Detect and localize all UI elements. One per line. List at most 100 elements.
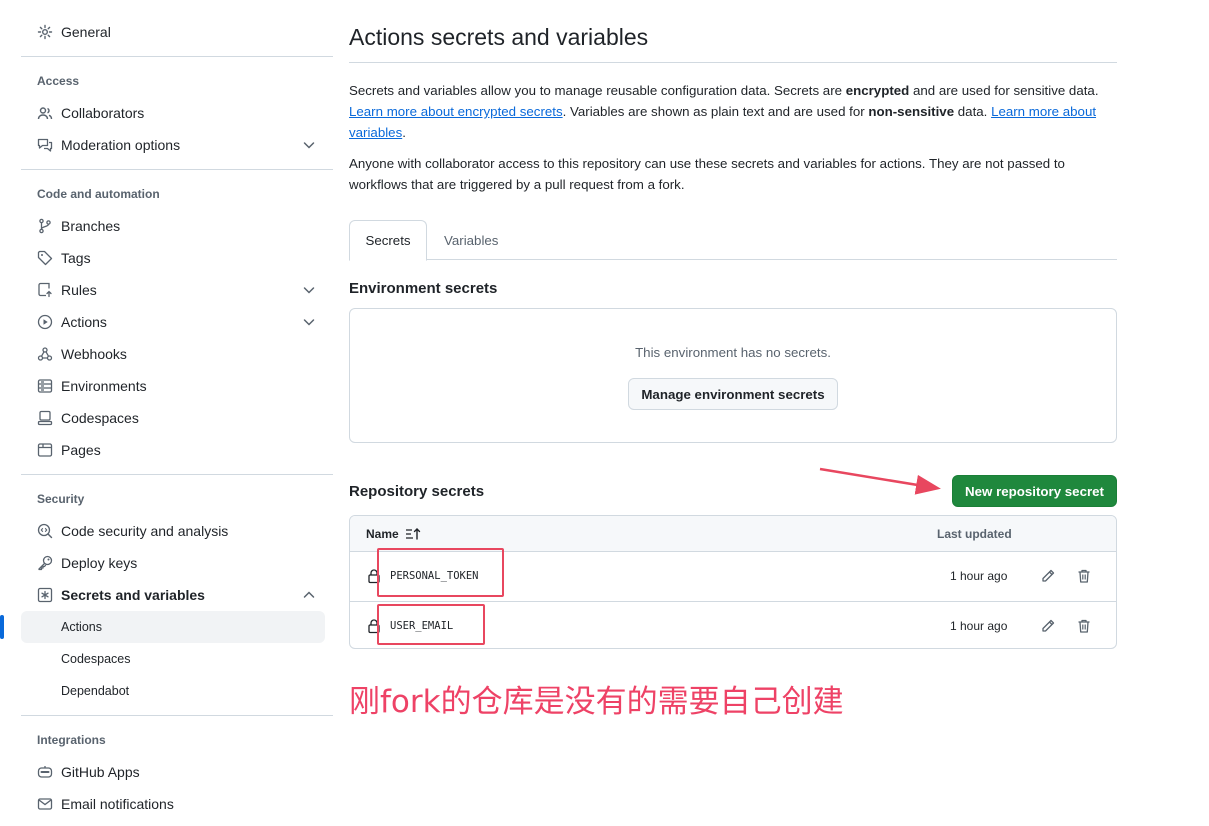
intro-text: and are used for sensitive data. <box>909 83 1099 98</box>
tab-variables[interactable]: Variables <box>444 220 498 260</box>
sidebar-item-label: Tags <box>61 250 91 266</box>
button-label: Manage environment secrets <box>641 386 825 402</box>
sidebar-item-code-security[interactable]: Code security and analysis <box>21 515 333 547</box>
divider <box>21 56 333 57</box>
tab-secrets[interactable]: Secrets <box>349 220 427 261</box>
intro-bold: non-sensitive <box>868 104 955 119</box>
sidebar-item-label: Code security and analysis <box>61 523 229 539</box>
divider <box>349 62 1117 63</box>
divider <box>21 474 333 475</box>
sidebar-item-label: Actions <box>61 314 107 330</box>
settings-sidebar: General Access Collaborators Moderation … <box>0 16 333 820</box>
play-icon <box>37 314 53 330</box>
column-header-name[interactable]: Name <box>366 527 399 541</box>
sidebar-item-codespaces[interactable]: Codespaces <box>21 402 333 434</box>
sidebar-item-tags[interactable]: Tags <box>21 242 333 274</box>
repository-secrets-heading: Repository secrets <box>349 483 485 500</box>
sidebar-item-label: General <box>61 24 111 40</box>
learn-more-encrypted-secrets-link[interactable]: Learn more about encrypted secrets <box>349 104 563 119</box>
sidebar-item-label: Pages <box>61 442 101 458</box>
group-label-access: Access <box>37 74 80 88</box>
sidebar-item-label: Moderation options <box>61 137 181 153</box>
comment-discussion-icon <box>37 137 53 153</box>
intro-text: . Variables are shown as plain text and … <box>562 104 869 119</box>
sidebar-item-label: Actions <box>61 620 102 634</box>
tab-label: Secrets <box>365 233 411 248</box>
group-label-code-automation: Code and automation <box>37 187 160 201</box>
sidebar-item-label: Email notifications <box>61 796 174 812</box>
column-header-last-updated: Last updated <box>937 527 1012 541</box>
tab-bar: Secrets Variables <box>349 220 1117 261</box>
sidebar-item-label: Secrets and variables <box>61 587 205 603</box>
intro-text: Secrets and variables allow you to manag… <box>349 83 846 98</box>
intro-bold: encrypted <box>845 83 910 98</box>
table-header: Name Last updated <box>350 516 1116 552</box>
sidebar-subitem-dependabot[interactable]: Dependabot <box>21 675 325 707</box>
chevron-down-icon[interactable] <box>301 137 317 153</box>
sidebar-item-actions[interactable]: Actions <box>21 306 333 338</box>
trash-icon[interactable] <box>1076 568 1092 584</box>
sidebar-item-pages[interactable]: Pages <box>21 434 333 466</box>
codescan-icon <box>37 523 53 539</box>
collaborator-note: Anyone with collaborator access to this … <box>349 156 1065 192</box>
group-label-integrations: Integrations <box>37 733 106 747</box>
sidebar-item-rules[interactable]: Rules <box>21 274 333 306</box>
sidebar-item-webhooks[interactable]: Webhooks <box>21 338 333 370</box>
hubot-icon <box>37 764 53 780</box>
divider <box>21 715 333 716</box>
sidebar-item-general[interactable]: General <box>21 16 333 48</box>
tag-icon <box>37 250 53 266</box>
annotation-note: 刚fork的仓库是没有的需要自己创建 <box>349 684 844 720</box>
sidebar-item-label: Dependabot <box>61 684 130 698</box>
manage-environment-secrets-button[interactable]: Manage environment secrets <box>628 378 838 410</box>
sidebar-item-environments[interactable]: Environments <box>21 370 333 402</box>
divider <box>21 169 333 170</box>
sidebar-item-label: Webhooks <box>61 346 127 362</box>
sidebar-item-label: Collaborators <box>61 105 145 121</box>
repo-push-icon <box>37 282 53 298</box>
empty-state-message: This environment has no secrets. <box>635 345 831 360</box>
button-label: New repository secret <box>965 483 1104 499</box>
sidebar-item-label: Environments <box>61 378 147 394</box>
asterisk-box-icon <box>37 587 53 603</box>
people-icon <box>37 105 53 121</box>
sidebar-item-label: GitHub Apps <box>61 764 140 780</box>
page-title: Actions secrets and variables <box>349 24 649 50</box>
sidebar-item-github-apps[interactable]: GitHub Apps <box>21 756 333 788</box>
intro-text: . <box>402 125 406 140</box>
sidebar-item-label: Codespaces <box>61 410 139 426</box>
sort-ascending-icon[interactable] <box>405 527 421 541</box>
key-icon <box>37 555 53 571</box>
sidebar-item-deploy-keys[interactable]: Deploy keys <box>21 547 333 579</box>
sidebar-item-collaborators[interactable]: Collaborators <box>21 97 333 129</box>
webhook-icon <box>37 346 53 362</box>
intro-text: data. <box>954 104 992 119</box>
secret-last-updated: 1 hour ago <box>950 569 1008 583</box>
codespaces-icon <box>37 410 53 426</box>
environment-secrets-box: This environment has no secrets. Manage … <box>349 308 1117 443</box>
sidebar-item-email-notifications[interactable]: Email notifications <box>21 788 333 820</box>
chevron-down-icon[interactable] <box>301 314 317 330</box>
chevron-down-icon[interactable] <box>301 282 317 298</box>
sidebar-item-label: Branches <box>61 218 121 234</box>
server-icon <box>37 378 53 394</box>
intro-paragraph: Secrets and variables allow you to manag… <box>349 80 1117 143</box>
browser-icon <box>37 442 53 458</box>
sidebar-subitem-actions[interactable]: Actions <box>0 611 325 643</box>
annotation-highlight-box <box>377 604 485 645</box>
secret-last-updated: 1 hour ago <box>950 619 1008 633</box>
pencil-icon[interactable] <box>1040 618 1056 634</box>
sidebar-item-label: Codespaces <box>61 652 131 666</box>
tab-label: Variables <box>444 232 499 248</box>
sidebar-item-branches[interactable]: Branches <box>21 210 333 242</box>
sidebar-item-moderation[interactable]: Moderation options <box>21 129 333 161</box>
new-repository-secret-button[interactable]: New repository secret <box>952 475 1117 507</box>
pencil-icon[interactable] <box>1040 568 1056 584</box>
chevron-up-icon[interactable] <box>301 587 317 603</box>
sidebar-subitem-codespaces[interactable]: Codespaces <box>21 643 325 675</box>
annotation-highlight-box <box>377 548 504 597</box>
sidebar-item-label: Rules <box>61 282 97 298</box>
trash-icon[interactable] <box>1076 618 1092 634</box>
group-label-security: Security <box>37 492 85 506</box>
sidebar-item-secrets-variables[interactable]: Secrets and variables <box>21 579 333 611</box>
